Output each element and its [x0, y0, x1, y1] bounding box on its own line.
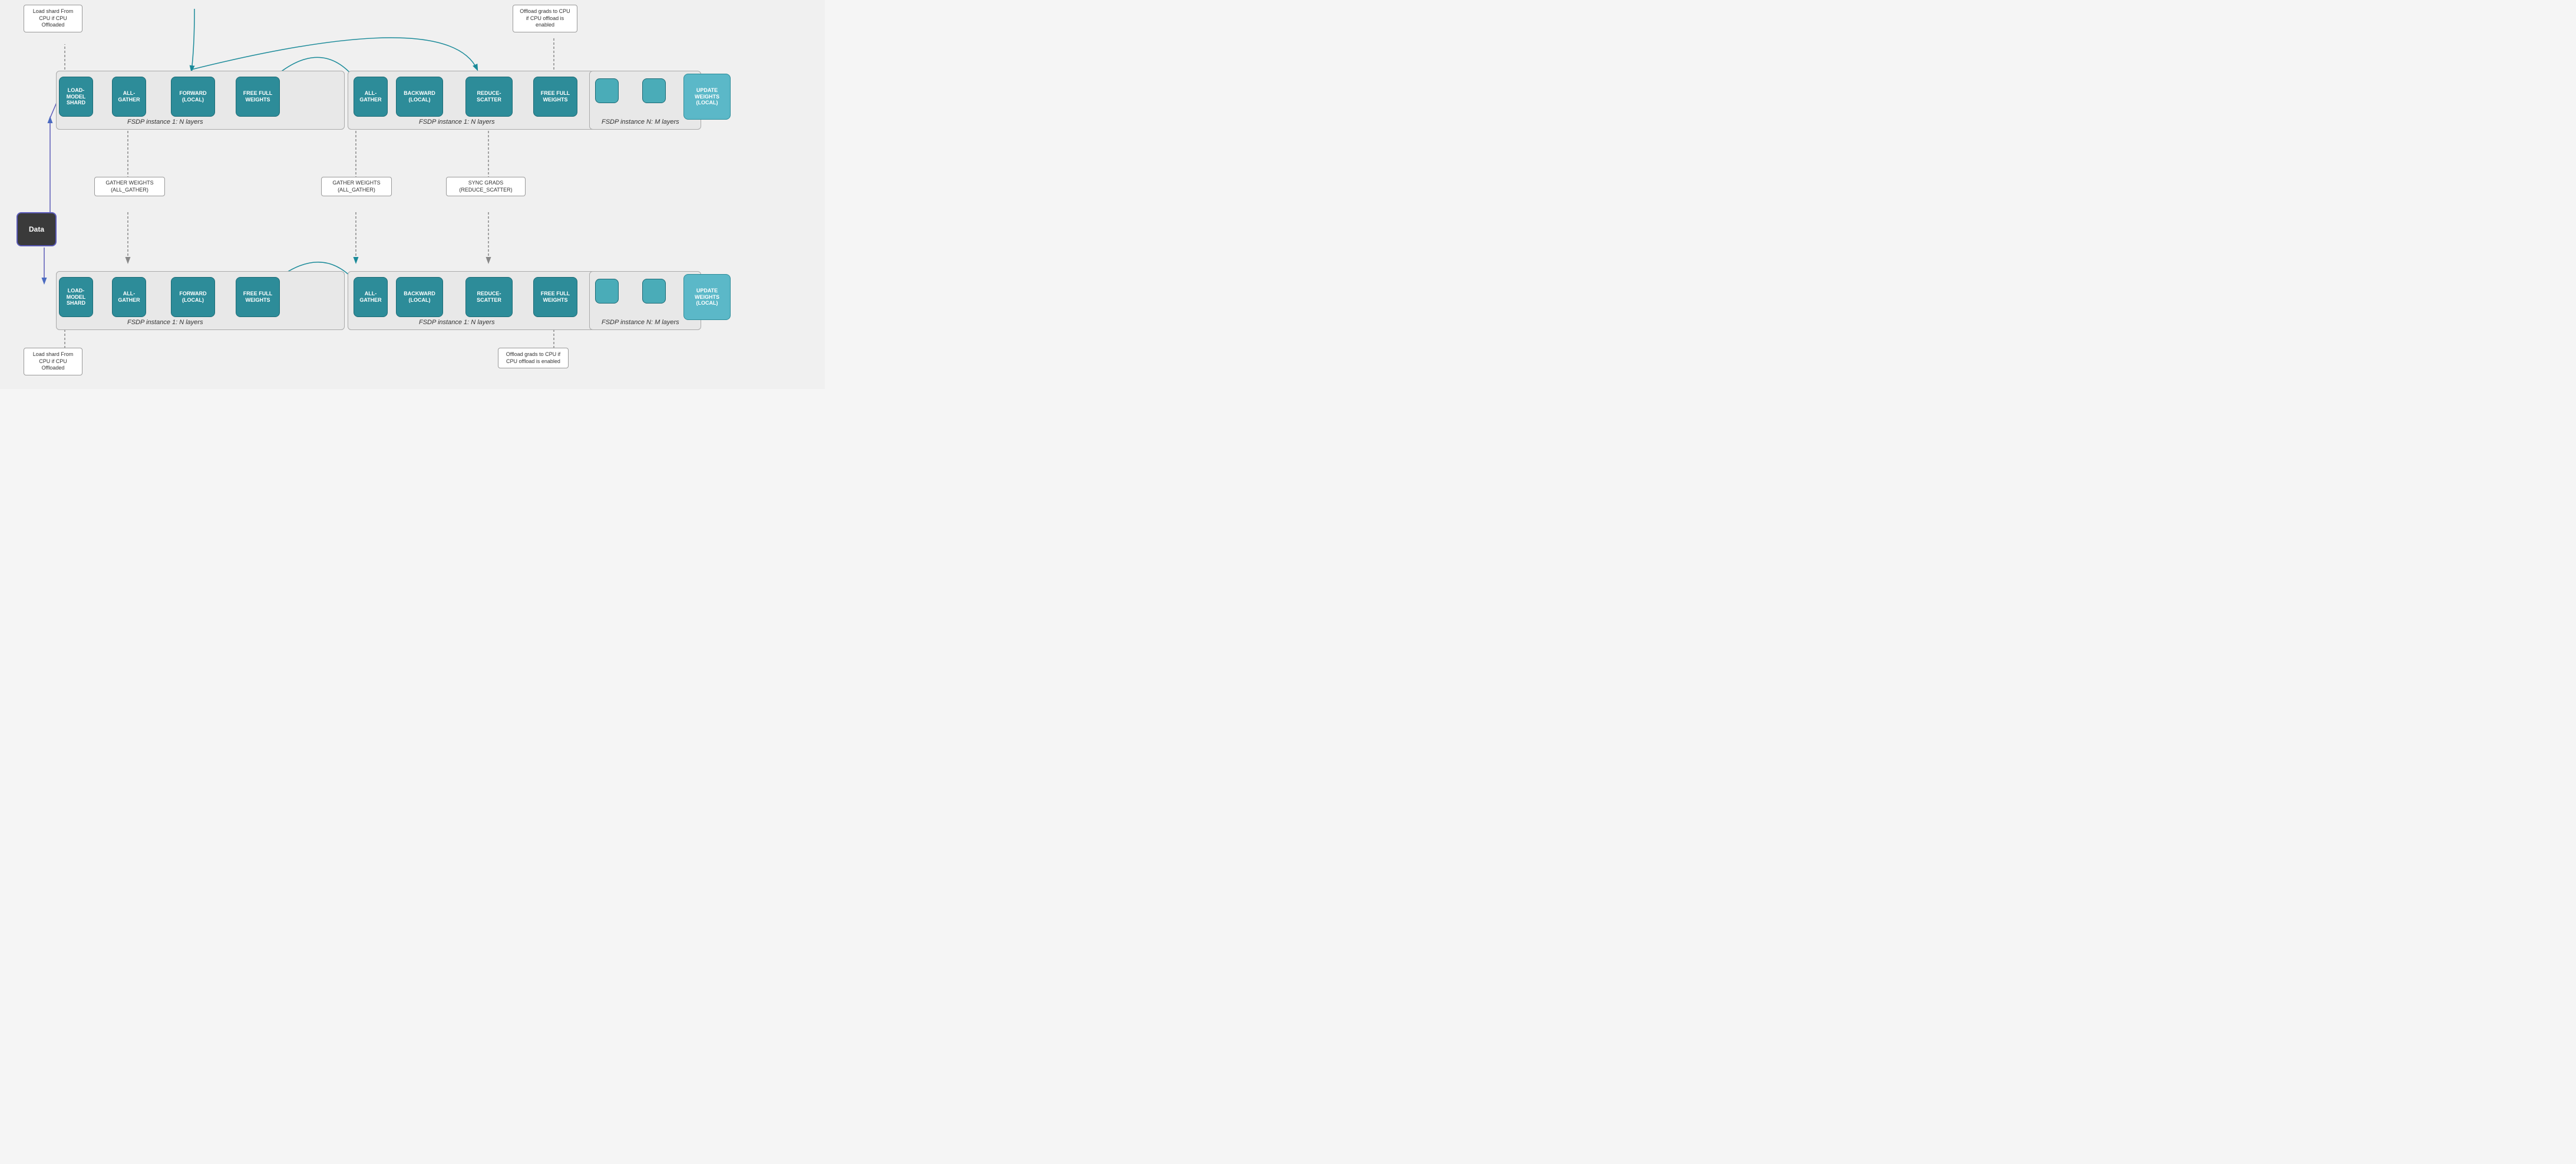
node-reduce-scatter-bot: REDUCE-SCATTER [465, 277, 513, 317]
label-sync-grads: SYNC GRADS(REDUCE_SCATTER) [446, 177, 526, 196]
update-weights-top: UPDATEWEIGHTS(LOCAL) [683, 74, 731, 120]
annotation-bottom-left: Load shard From CPU if CPU Offloaded [24, 348, 82, 375]
node-all-gather-bot-fwd: ALL-GATHER [112, 277, 146, 317]
node-small-top-1 [595, 78, 619, 103]
data-box: Data [16, 212, 57, 246]
fsdp-top-backward-label: FSDP instance 1: N layers [419, 118, 495, 126]
node-forward-local-top: FORWARD(LOCAL) [171, 77, 215, 117]
label-gather-weights-1: GATHER WEIGHTS(ALL_GATHER) [94, 177, 165, 196]
node-small-top-2 [642, 78, 666, 103]
node-all-gather-top-bwd: ALL-GATHER [354, 77, 388, 117]
node-all-gather-bot-bwd: ALL-GATHER [354, 277, 388, 317]
node-all-gather-top-fwd: ALL-GATHER [112, 77, 146, 117]
node-free-full-weights-top-bwd: FREE FULLWEIGHTS [533, 77, 577, 117]
fsdp-bot-n-label: FSDP instance N: M layers [602, 319, 679, 326]
label-gather-weights-2: GATHER WEIGHTS(ALL_GATHER) [321, 177, 392, 196]
fsdp-top-forward-label: FSDP instance 1: N layers [127, 118, 203, 126]
node-load-model-shard-bot: LOAD-MODELSHARD [59, 277, 93, 317]
update-weights-bot: UPDATEWEIGHTS(LOCAL) [683, 274, 731, 320]
node-small-bot-1 [595, 279, 619, 304]
node-free-full-weights-bot-bwd: FREE FULLWEIGHTS [533, 277, 577, 317]
annotation-top-right: Offload grads to CPU if CPU offload is e… [513, 5, 577, 32]
node-backward-local-bot: BACKWARD(LOCAL) [396, 277, 443, 317]
node-small-bot-2 [642, 279, 666, 304]
node-reduce-scatter-top: REDUCE-SCATTER [465, 77, 513, 117]
node-free-full-weights-top-fwd: FREE FULLWEIGHTS [236, 77, 280, 117]
diagram-container: Load shard From CPU if CPU Offloaded Off… [0, 0, 825, 389]
annotation-bottom-right: Offload grads to CPU if CPU offload is e… [498, 348, 569, 368]
fsdp-bot-backward-label: FSDP instance 1: N layers [419, 319, 495, 326]
node-backward-local-top: BACKWARD(LOCAL) [396, 77, 443, 117]
node-load-model-shard-top: LOAD-MODELSHARD [59, 77, 93, 117]
node-forward-local-bot: FORWARD(LOCAL) [171, 277, 215, 317]
annotation-top-left: Load shard From CPU if CPU Offloaded [24, 5, 82, 32]
fsdp-bot-forward-label: FSDP instance 1: N layers [127, 319, 203, 326]
node-free-full-weights-bot-fwd: FREE FULLWEIGHTS [236, 277, 280, 317]
fsdp-top-n-label: FSDP instance N: M layers [602, 118, 679, 126]
